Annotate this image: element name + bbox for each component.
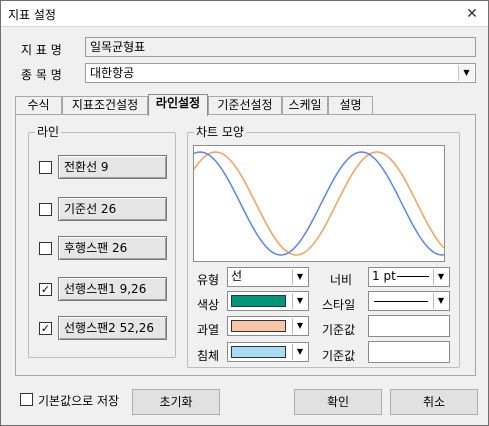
- oversold-swatch: [231, 346, 286, 358]
- tab-baseline-label: 기준선설정: [217, 98, 273, 112]
- type-label: 유형: [197, 273, 220, 287]
- tab-condition[interactable]: 지표조건설정: [62, 96, 148, 115]
- preview-svg: [194, 151, 444, 256]
- width-label: 너비: [330, 273, 353, 287]
- indicator-name-label: 지 표 명: [21, 43, 62, 57]
- line-label-base: 기준선 26: [64, 202, 117, 216]
- stock-select[interactable]: 대한항공 ▼: [85, 63, 476, 83]
- tab-condition-label: 지표조건설정: [71, 98, 139, 112]
- chevron-down-icon[interactable]: ▼: [433, 293, 448, 309]
- base-value1-input[interactable]: [368, 315, 450, 337]
- save-default-checkbox[interactable]: [20, 393, 33, 406]
- line-label-lagging: 후행스팬 26: [64, 241, 128, 255]
- line-button-base[interactable]: 기준선 26: [58, 197, 167, 221]
- oversold-color-select[interactable]: ▼: [227, 342, 309, 362]
- window-title: 지표 설정: [8, 8, 56, 22]
- chevron-down-icon[interactable]: ▼: [292, 344, 307, 360]
- preview-line-orange: [194, 151, 444, 256]
- tab-description[interactable]: 설명: [328, 96, 373, 115]
- chevron-down-icon[interactable]: ▼: [292, 293, 307, 309]
- line-button-leading2[interactable]: 선행스팬2 52,26: [58, 316, 167, 340]
- overbought-color-select[interactable]: ▼: [227, 316, 309, 336]
- line-button-leading1[interactable]: 선행스팬1 9,26: [58, 277, 167, 301]
- width-line-sample: [397, 276, 429, 277]
- type-select[interactable]: 선 ▼: [227, 267, 309, 287]
- reset-button-label: 초기화: [159, 395, 193, 409]
- line-checkbox-conversion[interactable]: [39, 161, 52, 174]
- chevron-down-icon[interactable]: ▼: [292, 318, 307, 334]
- indicator-name-value: 일목균형표: [90, 40, 146, 54]
- base-value2-label: 기준값: [322, 349, 356, 363]
- tab-formula[interactable]: 수식: [15, 96, 62, 115]
- line-group-title: 라인: [35, 125, 62, 139]
- line-checkbox-leading1[interactable]: ✓: [39, 283, 52, 296]
- overbought-swatch: [231, 320, 286, 332]
- settings-dialog: 지표 설정 ✕ 지 표 명 일목균형표 종 목 명 대한항공 ▼ 수식 지표조건…: [0, 0, 489, 426]
- oversold-label: 침체: [197, 349, 220, 363]
- chevron-down-icon[interactable]: ▼: [433, 269, 448, 285]
- chevron-down-icon[interactable]: ▼: [458, 65, 474, 81]
- title-bar: 지표 설정 ✕: [1, 1, 488, 27]
- line-button-lagging[interactable]: 후행스팬 26: [58, 236, 167, 260]
- tab-description-label: 설명: [339, 98, 362, 112]
- ok-button[interactable]: 확인: [294, 389, 382, 415]
- save-default-label: 기본값으로 저장: [38, 394, 120, 408]
- width-select[interactable]: 1 pt ▼: [368, 267, 450, 287]
- color-swatch: [231, 295, 286, 307]
- reset-button[interactable]: 초기화: [132, 389, 220, 415]
- overbought-label: 과열: [197, 323, 220, 337]
- style-select[interactable]: ▼: [368, 291, 450, 311]
- base-value1-label: 기준값: [322, 323, 356, 337]
- tab-line-settings-label: 라인설정: [155, 96, 201, 110]
- color-label: 색상: [197, 298, 220, 312]
- indicator-name-field: 일목균형표: [85, 37, 476, 57]
- style-label: 스타일: [322, 298, 356, 312]
- stock-select-value: 대한항공: [90, 66, 135, 80]
- line-label-conversion: 전환선 9: [64, 160, 109, 174]
- type-value: 선: [231, 269, 243, 283]
- line-checkbox-base[interactable]: [39, 203, 52, 216]
- stock-name-label: 종 목 명: [21, 68, 62, 82]
- line-button-conversion[interactable]: 전환선 9: [58, 155, 167, 179]
- base-value2-input[interactable]: [368, 341, 450, 363]
- style-line-sample: [374, 301, 428, 302]
- tab-scale[interactable]: 스케일: [282, 96, 328, 115]
- tab-formula-label: 수식: [27, 98, 50, 112]
- line-label-leading1: 선행스팬1 9,26: [64, 282, 147, 296]
- line-checkbox-lagging[interactable]: [39, 242, 52, 255]
- tab-line-settings[interactable]: 라인설정: [148, 94, 208, 116]
- chevron-down-icon[interactable]: ▼: [292, 269, 307, 285]
- color-select[interactable]: ▼: [227, 291, 309, 311]
- close-button[interactable]: ✕: [462, 4, 482, 24]
- line-checkbox-leading2[interactable]: ✓: [39, 322, 52, 335]
- cancel-button[interactable]: 취소: [390, 389, 478, 415]
- line-preview: [193, 145, 445, 262]
- tab-baseline[interactable]: 기준선설정: [208, 96, 282, 115]
- tab-scale-label: 스케일: [288, 98, 322, 112]
- preview-line-blue: [194, 151, 444, 256]
- cancel-button-label: 취소: [422, 395, 446, 409]
- width-value: 1 pt: [372, 269, 396, 283]
- ok-button-label: 확인: [326, 395, 350, 409]
- chart-shape-group-title: 차트 모양: [194, 125, 246, 139]
- line-label-leading2: 선행스팬2 52,26: [64, 321, 154, 335]
